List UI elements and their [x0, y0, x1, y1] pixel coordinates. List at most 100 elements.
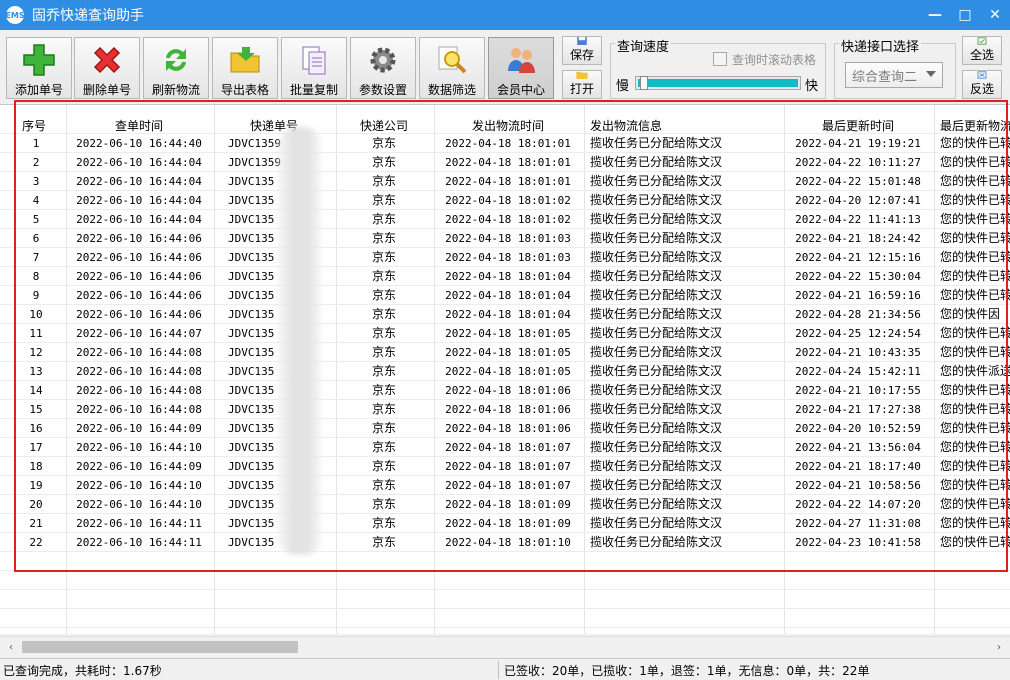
cell-first-event-time: 2022-04-18 18:01:07	[445, 441, 571, 454]
cell-seq: 17	[29, 441, 43, 454]
cell-query-time: 2022-06-10 16:44:06	[76, 232, 202, 245]
table-row[interactable]: 4 2022-06-10 16:44:04 JDVC135 京东 2022-04-18 …	[0, 191, 1010, 210]
column-header-last-update-info[interactable]: 最后更新物流	[936, 115, 1010, 135]
cell-first-event-info: 揽收任务已分配给陈文汉	[590, 231, 723, 245]
cell-last-update-time: 2022-04-21 10:43:35	[795, 346, 921, 359]
export-table-button[interactable]: 导出表格	[212, 37, 278, 99]
cell-last-update-info: 您的快件因	[940, 307, 1001, 321]
cell-query-time: 2022-06-10 16:44:40	[76, 137, 202, 150]
slow-label: 慢	[616, 79, 630, 94]
cell-query-time: 2022-06-10 16:44:06	[76, 308, 202, 321]
table-row[interactable]: 6 2022-06-10 16:44:06 JDVC135 京东 2022-04-18 …	[0, 229, 1010, 248]
parameter-settings-button[interactable]: 参数设置	[350, 37, 416, 99]
cell-query-time: 2022-06-10 16:44:06	[76, 270, 202, 283]
cell-last-update-time: 2022-04-21 18:17:40	[795, 460, 921, 473]
table-row[interactable]: 21 2022-06-10 16:44:11 JDVC135 京东 2022-04-18…	[0, 514, 1010, 533]
cell-last-update-time: 2022-04-22 15:01:48	[795, 175, 921, 188]
batch-copy-button[interactable]: 批量复制	[281, 37, 347, 99]
column-header-first-event-time[interactable]: 发出物流时间	[436, 115, 580, 135]
refresh-logistics-button[interactable]: 刷新物流	[143, 37, 209, 99]
table-row[interactable]: 9 2022-06-10 16:44:06 JDVC135 京东 2022-04-18 …	[0, 286, 1010, 305]
table-row[interactable]: 18 2022-06-10 16:44:09 JDVC135 京东 2022-04-18…	[0, 457, 1010, 476]
save-button[interactable]: 保存	[562, 36, 602, 65]
cell-seq: 20	[29, 498, 43, 511]
scroll-right-arrow-icon[interactable]: ›	[990, 637, 1008, 657]
minimize-button[interactable]: —	[920, 0, 950, 30]
cell-courier: 京东	[371, 231, 396, 245]
save-icon	[577, 37, 587, 45]
cell-seq: 8	[32, 270, 40, 283]
cell-query-time: 2022-06-10 16:44:09	[76, 422, 202, 435]
maximize-icon: □	[958, 7, 972, 23]
users-icon	[503, 42, 539, 78]
cell-seq: 10	[29, 308, 43, 321]
table-row[interactable]: 12 2022-06-10 16:44:08 JDVC135 京东 2022-04-18…	[0, 343, 1010, 362]
cell-seq: 12	[29, 346, 43, 359]
cell-last-update-time: 2022-04-22 10:11:27	[795, 156, 921, 169]
table-row[interactable]: 8 2022-06-10 16:44:06 JDVC135 京东 2022-04-18 …	[0, 267, 1010, 286]
table-row[interactable]: 14 2022-06-10 16:44:08 JDVC135 京东 2022-04-18…	[0, 381, 1010, 400]
table-row[interactable]: 10 2022-06-10 16:44:06 JDVC135 京东 2022-04-18…	[0, 305, 1010, 324]
cell-first-event-time: 2022-04-18 18:01:05	[445, 327, 571, 340]
scroll-thumb[interactable]	[22, 641, 298, 653]
status-bar: 已查询完成，共耗时：1.67秒 已签收：20单，已揽收：1单，退签：1单，无信息…	[0, 658, 1010, 680]
select-all-button[interactable]: 全选	[962, 36, 1002, 65]
close-button[interactable]: ✕	[980, 0, 1010, 30]
cell-last-update-time: 2022-04-24 15:42:11	[795, 365, 921, 378]
scroll-table-checkbox[interactable]	[713, 52, 727, 66]
cell-query-time: 2022-06-10 16:44:10	[76, 441, 202, 454]
cell-first-event-info: 揽收任务已分配给陈文汉	[590, 307, 723, 321]
cell-first-event-time: 2022-04-18 18:01:01	[445, 156, 571, 169]
cell-last-update-time: 2022-04-20 12:07:41	[795, 194, 921, 207]
cell-first-event-time: 2022-04-18 18:01:05	[445, 346, 571, 359]
column-header-courier[interactable]: 快递公司	[338, 115, 430, 135]
cell-last-update-info: 您的快件已转	[940, 288, 1010, 302]
column-header-first-event-info[interactable]: 发出物流信息	[586, 115, 780, 135]
member-center-button[interactable]: 会员中心	[488, 37, 554, 99]
cell-last-update-info: 您的快件已转	[940, 383, 1010, 397]
cell-first-event-time: 2022-04-18 18:01:09	[445, 517, 571, 530]
scroll-left-arrow-icon[interactable]: ‹	[2, 637, 20, 657]
cell-first-event-info: 揽收任务已分配给陈文汉	[590, 440, 723, 454]
cell-seq: 6	[32, 232, 40, 245]
open-button[interactable]: 打开	[562, 70, 602, 99]
interface-select[interactable]: 综合查询二	[845, 62, 943, 88]
cell-query-time: 2022-06-10 16:44:11	[76, 517, 202, 530]
cell-query-time: 2022-06-10 16:44:10	[76, 479, 202, 492]
table-row[interactable]: 20 2022-06-10 16:44:10 JDVC135 京东 2022-04-18…	[0, 495, 1010, 514]
table-row[interactable]: 13 2022-06-10 16:44:08 JDVC135 京东 2022-04-18…	[0, 362, 1010, 381]
table-row[interactable]: 19 2022-06-10 16:44:10 JDVC135 京东 2022-04-18…	[0, 476, 1010, 495]
column-header-seq[interactable]: 序号	[16, 115, 56, 135]
table-row[interactable]: 15 2022-06-10 16:44:08 JDVC135 京东 2022-04-18…	[0, 400, 1010, 419]
maximize-button[interactable]: □	[950, 0, 980, 30]
delete-tracking-button[interactable]: 删除单号	[74, 37, 140, 99]
speed-slider-thumb[interactable]	[640, 76, 648, 90]
folder-export-icon	[227, 42, 263, 78]
table-row[interactable]: 22 2022-06-10 16:44:11 JDVC135 京东 2022-04-18…	[0, 533, 1010, 552]
speed-slider[interactable]	[635, 76, 801, 90]
table-row[interactable]: 5 2022-06-10 16:44:04 JDVC135 京东 2022-04-18 …	[0, 210, 1010, 229]
table-row[interactable]: 16 2022-06-10 16:44:09 JDVC135 京东 2022-04-18…	[0, 419, 1010, 438]
toolbar: 添加单号 删除单号 刷新物流 导出表格 批量复制 参数设置 数据筛选 会员中心 …	[0, 30, 1010, 102]
table-row[interactable]: 1 2022-06-10 16:44:40 JDVC1359 京东 2022-04-18…	[0, 134, 1010, 153]
table-row[interactable]: 17 2022-06-10 16:44:10 JDVC135 京东 2022-04-18…	[0, 438, 1010, 457]
table-row[interactable]: 7 2022-06-10 16:44:06 JDVC135 京东 2022-04-18 …	[0, 248, 1010, 267]
cell-courier: 京东	[371, 307, 396, 321]
invert-selection-button[interactable]: 反选	[962, 70, 1002, 99]
cell-first-event-info: 揽收任务已分配给陈文汉	[590, 497, 723, 511]
table-row[interactable]: 2 2022-06-10 16:44:04 JDVC1359 京东 2022-04-18…	[0, 153, 1010, 172]
column-header-last-update-time[interactable]: 最后更新时间	[786, 115, 930, 135]
cell-last-update-info: 您的快件已转	[940, 136, 1010, 150]
cell-last-update-info: 您的快件已转	[940, 231, 1010, 245]
cell-last-update-time: 2022-04-21 19:19:21	[795, 137, 921, 150]
cell-query-time: 2022-06-10 16:44:08	[76, 346, 202, 359]
column-header-query-time[interactable]: 查单时间	[68, 115, 210, 135]
horizontal-scrollbar[interactable]: ‹ ›	[0, 636, 1010, 656]
table-row[interactable]: 11 2022-06-10 16:44:07 JDVC135 京东 2022-04-18…	[0, 324, 1010, 343]
copy-pages-icon	[296, 42, 332, 78]
table-row[interactable]: 3 2022-06-10 16:44:04 JDVC135 京东 2022-04-18 …	[0, 172, 1010, 191]
cell-first-event-time: 2022-04-18 18:01:03	[445, 232, 571, 245]
fast-label: 快	[805, 79, 819, 94]
data-filter-button[interactable]: 数据筛选	[419, 37, 485, 99]
add-tracking-button[interactable]: 添加单号	[6, 37, 72, 99]
